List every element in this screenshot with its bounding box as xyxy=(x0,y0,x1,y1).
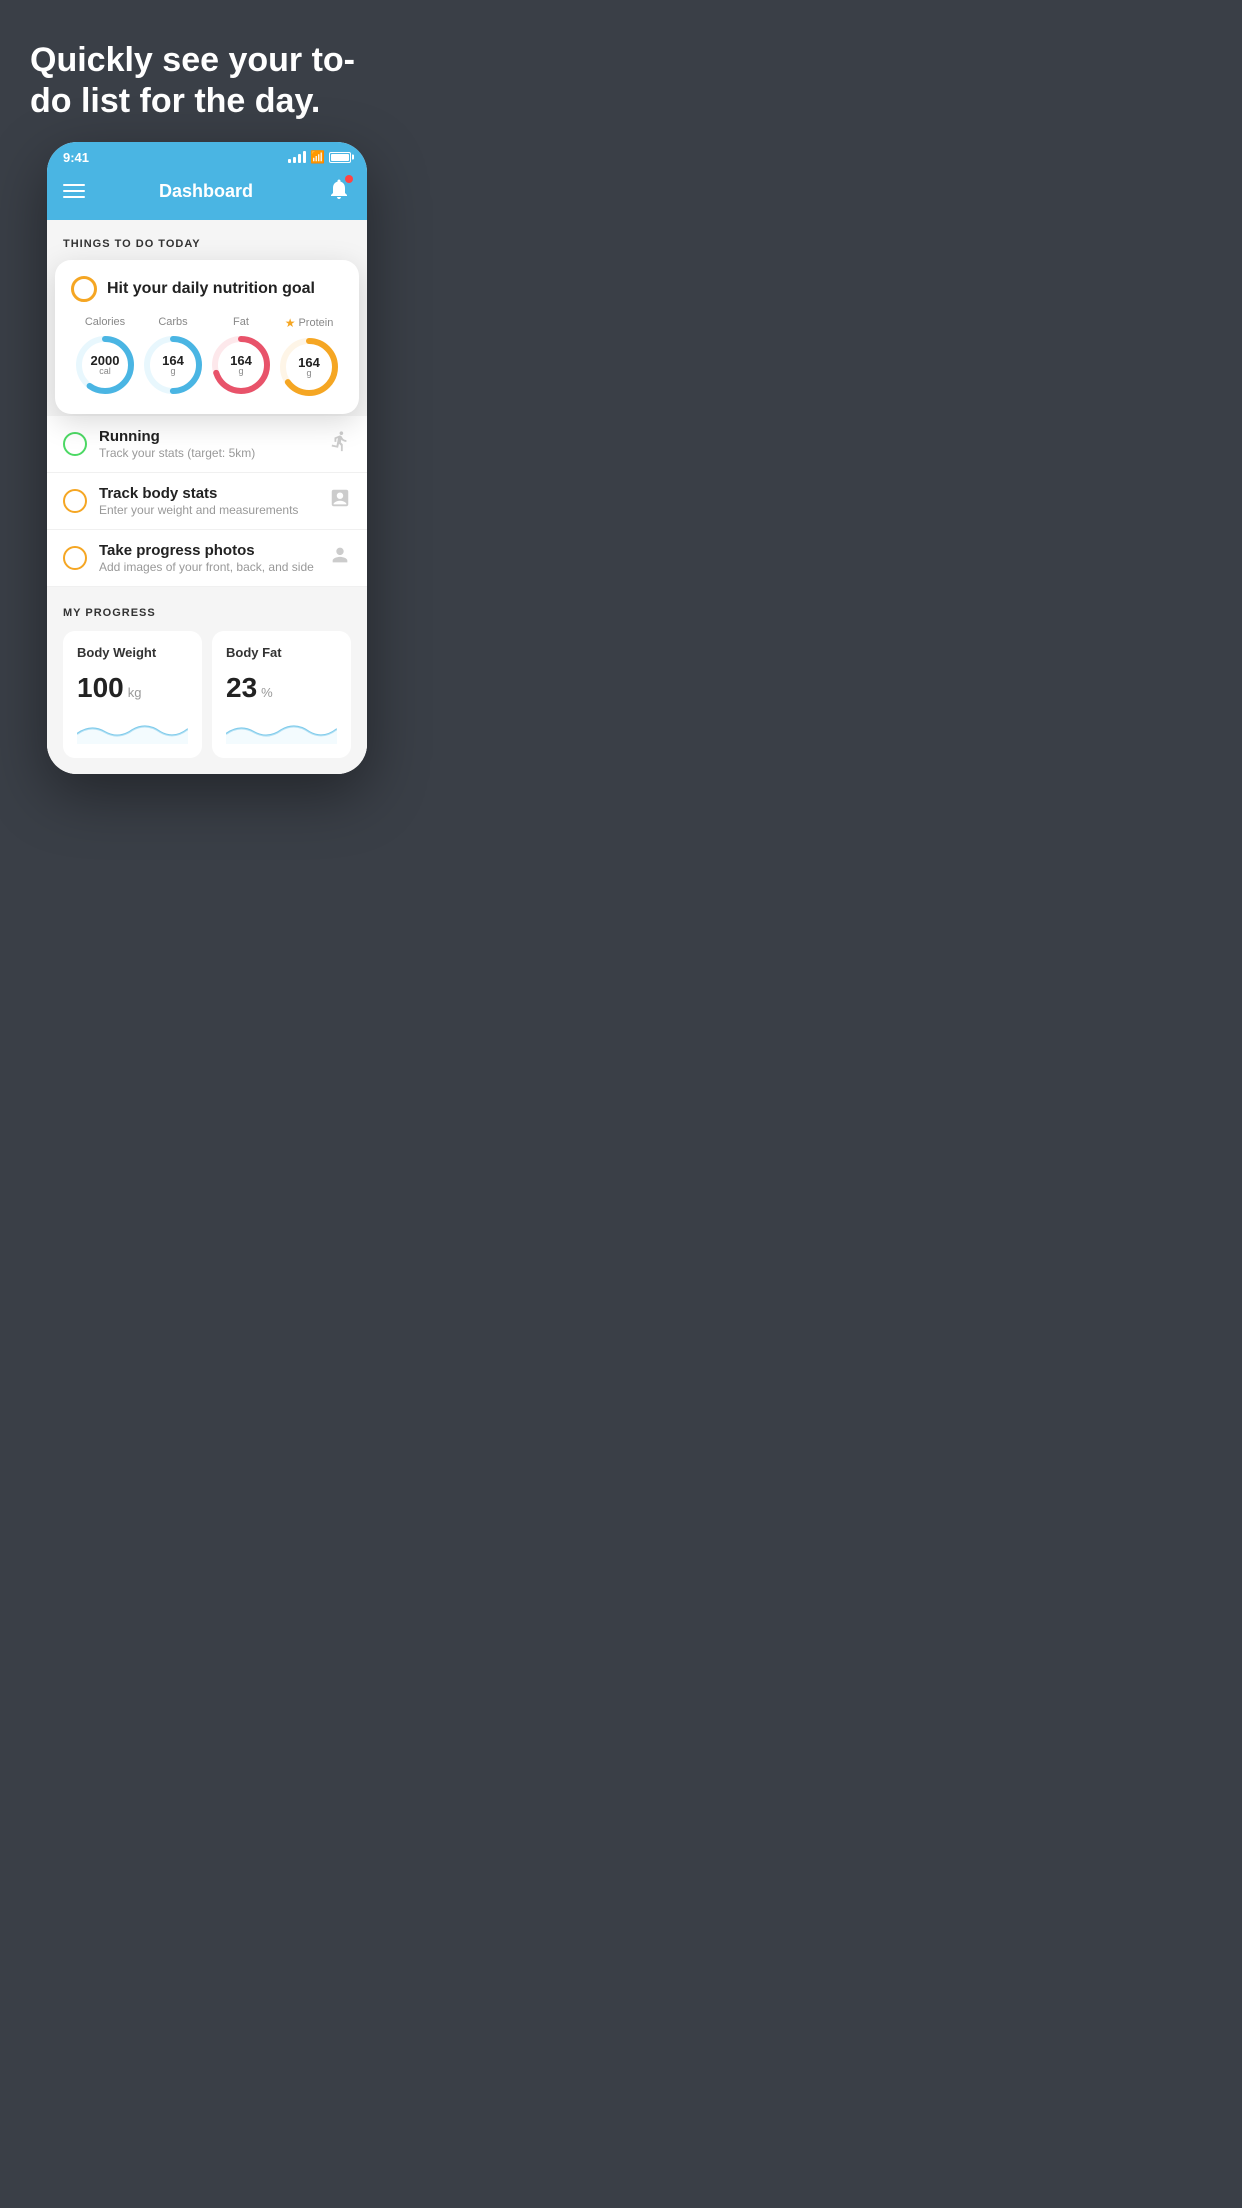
app-content: THINGS TO DO TODAY Hit your daily nutrit… xyxy=(47,220,367,774)
donut-unit: g xyxy=(298,369,320,378)
donut-protein: 164 g xyxy=(278,336,340,398)
todo-title-body-stats: Track body stats xyxy=(99,485,317,502)
progress-card-body-fat[interactable]: Body Fat 23 % xyxy=(212,631,351,758)
todo-icon-body-stats xyxy=(329,487,351,514)
progress-card-title-body-fat: Body Fat xyxy=(226,645,337,660)
page: Quickly see your to-do list for the day.… xyxy=(0,0,414,814)
wifi-icon: 📶 xyxy=(310,150,325,164)
nutrition-checkbox[interactable] xyxy=(71,276,97,302)
todo-subtitle-body-stats: Enter your weight and measurements xyxy=(99,503,317,517)
todo-item-running[interactable]: Running Track your stats (target: 5km) xyxy=(47,416,367,473)
hero-title: Quickly see your to-do list for the day. xyxy=(30,40,384,122)
notification-dot xyxy=(345,175,353,183)
progress-value-body-fat: 23 xyxy=(226,672,257,704)
nutrition-item-calories: Calories 2000 cal xyxy=(74,316,136,398)
nutrition-card[interactable]: Hit your daily nutrition goal Calories 2… xyxy=(55,260,359,414)
star-icon: ★ xyxy=(285,316,296,330)
todo-item-progress-photos[interactable]: Take progress photos Add images of your … xyxy=(47,530,367,587)
todo-title-running: Running xyxy=(99,428,317,445)
todo-circle-progress-photos[interactable] xyxy=(63,546,87,570)
progress-section-title: MY PROGRESS xyxy=(63,607,351,619)
progress-chart-body-fat xyxy=(226,714,337,744)
nutrition-circles: Calories 2000 cal Carbs 164 g Fat 164 g … xyxy=(71,316,343,398)
todo-text-body-stats: Track body stats Enter your weight and m… xyxy=(99,485,317,517)
nutrition-label-protein: Protein xyxy=(298,317,333,329)
hero-section: Quickly see your to-do list for the day. xyxy=(0,0,414,142)
todo-subtitle-running: Track your stats (target: 5km) xyxy=(99,446,317,460)
status-bar: 9:41 📶 xyxy=(47,142,367,169)
menu-icon[interactable] xyxy=(63,184,85,198)
progress-unit-body-fat: % xyxy=(261,685,273,700)
signal-icon xyxy=(288,151,306,163)
donut-carbs: 164 g xyxy=(142,334,204,396)
nutrition-label-fat: Fat xyxy=(233,316,249,328)
nutrition-label-carbs: Carbs xyxy=(158,316,187,328)
todo-subtitle-progress-photos: Add images of your front, back, and side xyxy=(99,560,317,574)
todo-text-running: Running Track your stats (target: 5km) xyxy=(99,428,317,460)
todo-list: Running Track your stats (target: 5km) T… xyxy=(47,416,367,587)
things-section-header: THINGS TO DO TODAY xyxy=(47,220,367,260)
todo-circle-running[interactable] xyxy=(63,432,87,456)
nutrition-item-protein: ★Protein 164 g xyxy=(278,316,340,398)
phone-mockup: 9:41 📶 xyxy=(47,142,367,774)
progress-card-title-body-weight: Body Weight xyxy=(77,645,188,660)
todo-item-body-stats[interactable]: Track body stats Enter your weight and m… xyxy=(47,473,367,530)
progress-cards: Body Weight 100 kg Body Fat 23 % xyxy=(63,631,351,758)
todo-icon-running xyxy=(329,430,351,457)
progress-value-body-weight: 100 xyxy=(77,672,124,704)
header-title: Dashboard xyxy=(159,181,253,202)
progress-card-body-weight[interactable]: Body Weight 100 kg xyxy=(63,631,202,758)
battery-icon xyxy=(329,152,351,163)
todo-title-progress-photos: Take progress photos xyxy=(99,542,317,559)
nutrition-title: Hit your daily nutrition goal xyxy=(107,280,315,298)
donut-unit: g xyxy=(162,367,184,376)
status-icons: 📶 xyxy=(288,150,351,164)
nutrition-card-header: Hit your daily nutrition goal xyxy=(71,276,343,302)
things-title: THINGS TO DO TODAY xyxy=(63,238,201,250)
nutrition-item-carbs: Carbs 164 g xyxy=(142,316,204,398)
nutrition-label-calories: Calories xyxy=(85,316,125,328)
donut-calories: 2000 cal xyxy=(74,334,136,396)
progress-section: MY PROGRESS Body Weight 100 kg Body Fat … xyxy=(47,587,367,774)
phone-wrapper: 9:41 📶 xyxy=(0,142,414,814)
todo-text-progress-photos: Take progress photos Add images of your … xyxy=(99,542,317,574)
donut-unit: cal xyxy=(91,367,120,376)
donut-unit: g xyxy=(230,367,252,376)
nutrition-item-fat: Fat 164 g xyxy=(210,316,272,398)
todo-icon-progress-photos xyxy=(329,544,351,571)
donut-fat: 164 g xyxy=(210,334,272,396)
notification-bell-button[interactable] xyxy=(327,177,351,206)
progress-unit-body-weight: kg xyxy=(128,685,142,700)
progress-chart-body-weight xyxy=(77,714,188,744)
todo-circle-body-stats[interactable] xyxy=(63,489,87,513)
app-header: Dashboard xyxy=(47,169,367,220)
status-time: 9:41 xyxy=(63,150,89,165)
